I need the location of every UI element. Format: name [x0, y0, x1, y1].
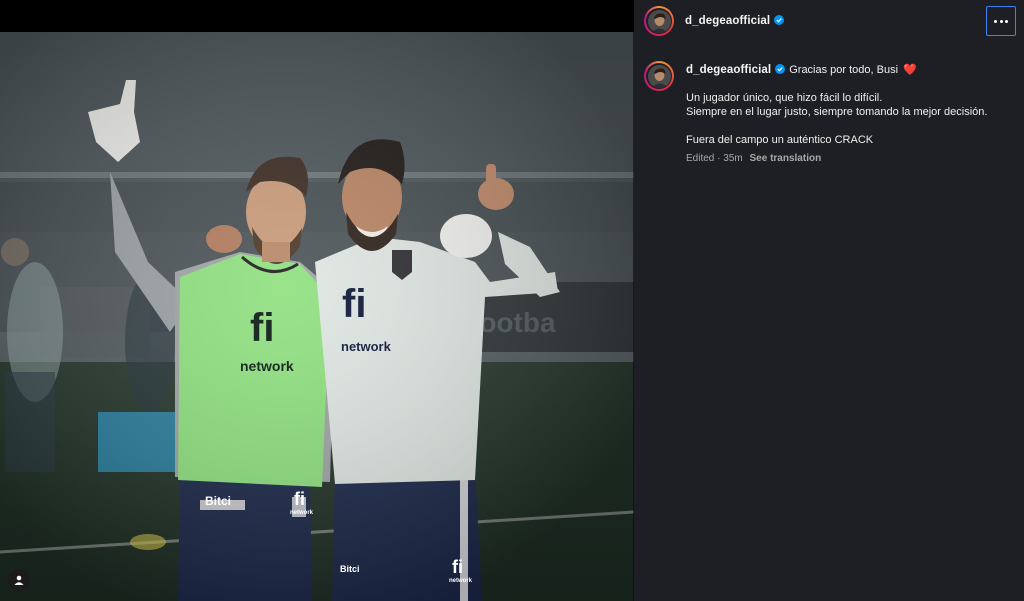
verified-badge-icon: [774, 15, 785, 25]
caption-avatar-image: [647, 64, 671, 88]
post-timestamp[interactable]: 35m: [723, 153, 742, 164]
post-header: d_degeaofficial: [634, 0, 1024, 42]
shorts-logo-right-text: network: [449, 578, 473, 584]
photo-illustration: footba: [0, 32, 634, 601]
shorts-sponsor-right: Bitci: [340, 564, 360, 574]
post-media[interactable]: footba: [0, 0, 634, 601]
meta-separator: ·: [717, 153, 721, 164]
caption-line-1: Un jugador único, que hizo fácil lo difí…: [686, 92, 883, 104]
more-options-icon: [994, 19, 1008, 23]
header-username[interactable]: d_degeaofficial: [685, 15, 785, 27]
shorts-logo-left: fi: [294, 489, 305, 509]
caption-closing: Fuera del campo un auténtico CRACK: [686, 134, 874, 146]
post-caption: d_degeaofficial Gracias por todo, Busi ❤️…: [686, 63, 1016, 147]
author-avatar[interactable]: [644, 6, 674, 36]
more-options-button[interactable]: [986, 6, 1016, 36]
tagged-users-button[interactable]: [8, 569, 30, 591]
user-tag-icon: [14, 575, 24, 585]
shorts-logo-left-text: network: [290, 510, 314, 516]
post-photo[interactable]: footba: [0, 32, 634, 601]
edited-label: Edited: [686, 153, 715, 164]
right-shirt-logo: fi: [342, 282, 367, 326]
caption-avatar[interactable]: [644, 61, 674, 91]
caption-username-text[interactable]: d_degeaofficial: [686, 64, 771, 76]
avatar-image: [647, 9, 671, 33]
left-bib-logo: fi: [250, 306, 275, 350]
post-meta: Edited · 35m See translation: [686, 153, 821, 164]
heart-emoji: ❤️: [903, 64, 917, 76]
caption-line-2: Siempre en el lugar justo, siempre toman…: [686, 106, 988, 118]
left-bib-network: network: [240, 358, 294, 374]
caption-first-line: d_degeaofficial Gracias por todo, Busi ❤️: [686, 63, 1016, 77]
right-shirt-network: network: [341, 339, 391, 354]
caption-greeting: Gracias por todo, Busi: [789, 64, 899, 76]
caption-verified-badge-icon: [775, 64, 786, 74]
post-details-panel: d_degeaofficial d_degeaofficial Gracias p…: [634, 0, 1024, 601]
header-username-text[interactable]: d_degeaofficial: [685, 15, 770, 27]
see-translation-link[interactable]: See translation: [750, 153, 822, 164]
shorts-logo-right: fi: [452, 557, 463, 577]
caption-username[interactable]: d_degeaofficial: [686, 64, 771, 76]
shorts-sponsor: Bitci: [205, 494, 232, 508]
